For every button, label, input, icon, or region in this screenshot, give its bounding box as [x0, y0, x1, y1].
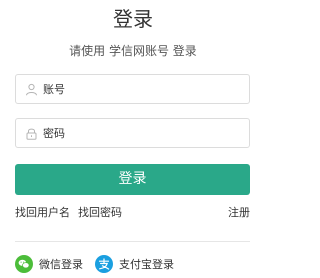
alipay-login-button[interactable]: 支付宝登录 — [95, 255, 174, 273]
login-button[interactable]: 登录 — [15, 164, 250, 195]
wechat-login-label: 微信登录 — [39, 258, 83, 271]
recover-password-link[interactable]: 找回密码 — [78, 206, 122, 219]
register-link[interactable]: 注册 — [228, 206, 250, 220]
password-input[interactable] — [43, 119, 243, 147]
lock-icon — [26, 128, 37, 140]
divider — [15, 241, 250, 242]
recover-links: 找回用户名 找回密码 — [15, 206, 130, 220]
recover-username-link[interactable]: 找回用户名 — [15, 206, 70, 219]
wechat-login-button[interactable]: 微信登录 — [15, 255, 83, 273]
page-title: 登录 — [113, 7, 153, 31]
password-field[interactable] — [15, 118, 250, 148]
wechat-icon — [15, 255, 33, 273]
alipay-login-label: 支付宝登录 — [119, 258, 174, 271]
alipay-icon — [95, 255, 113, 273]
page-subtitle: 请使用 学信网账号 登录 — [69, 44, 197, 58]
username-input[interactable] — [43, 75, 243, 103]
username-field[interactable] — [15, 74, 250, 104]
user-icon — [26, 83, 37, 96]
